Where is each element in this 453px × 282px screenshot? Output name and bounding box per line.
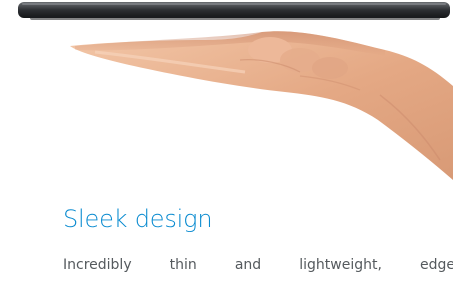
feature-description: Incredibly thin and lightweight, edge xyxy=(63,257,453,273)
hero-image xyxy=(0,0,453,180)
hand-holding-tablet-illustration xyxy=(18,2,453,180)
tablet-edge xyxy=(18,2,450,20)
hand xyxy=(70,31,453,180)
feature-title: Sleek design xyxy=(63,205,213,233)
